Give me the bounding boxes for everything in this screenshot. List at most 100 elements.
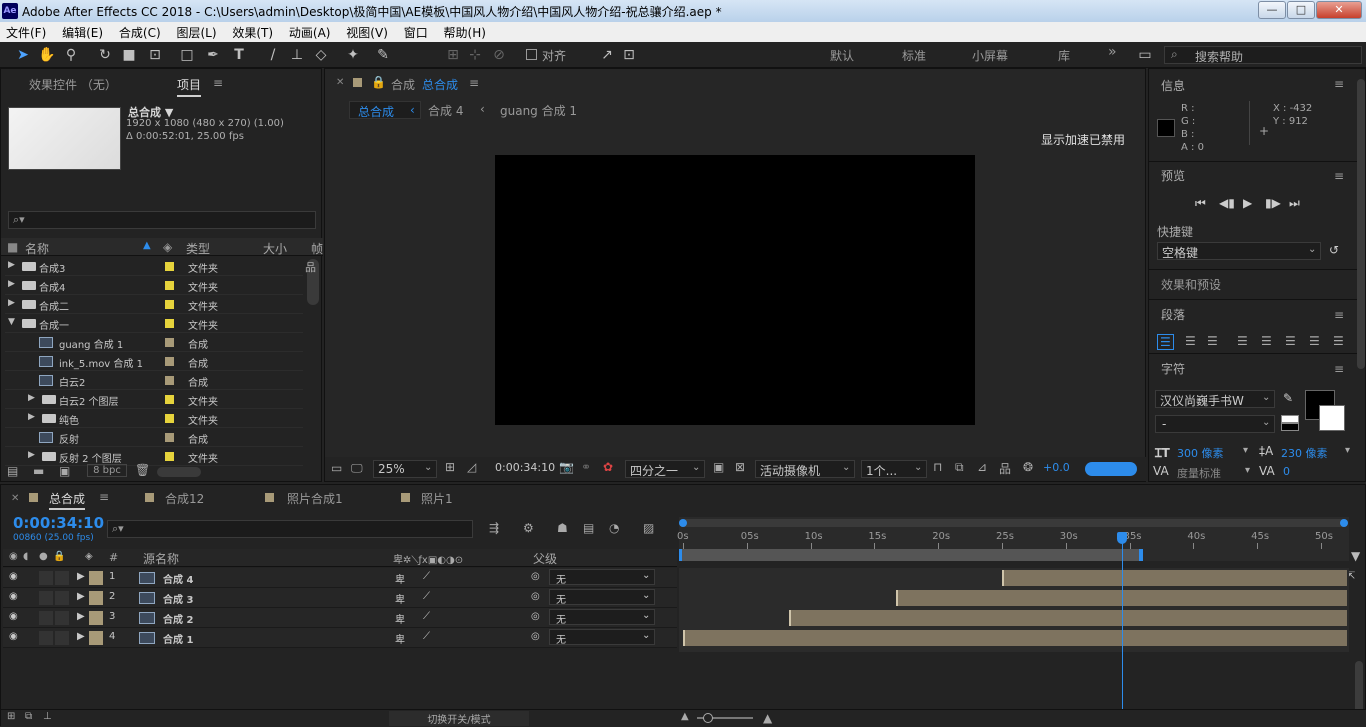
zoom-dropdown[interactable]: 25% ⌄ xyxy=(373,460,437,478)
always-preview-icon[interactable]: ▭ xyxy=(331,461,342,475)
selection-tool-icon[interactable]: ➤ xyxy=(12,45,34,65)
type-tool-icon[interactable]: T xyxy=(228,45,250,65)
thumbnail-slider[interactable] xyxy=(157,467,201,477)
snap-checkbox[interactable] xyxy=(526,49,537,60)
playhead-handle[interactable] xyxy=(1116,532,1127,544)
comp-viewer-canvas[interactable] xyxy=(495,155,975,425)
label-swatch[interactable] xyxy=(165,281,174,290)
project-panel-menu-icon[interactable]: ≡ xyxy=(213,76,223,90)
justify-all-icon[interactable]: ☰ xyxy=(1309,334,1320,348)
breadcrumb-active[interactable]: 总合成 ‹ xyxy=(349,101,421,119)
mask-visibility-icon[interactable]: ◿ xyxy=(467,460,476,474)
project-item[interactable]: 反射 合成 xyxy=(5,428,303,447)
column-name[interactable]: 名称 xyxy=(25,240,49,257)
column-frame[interactable]: 帧 xyxy=(311,240,323,257)
font-family-dropdown[interactable]: 汉仪尚巍手书W ⌄ xyxy=(1155,390,1275,408)
flowchart-icon[interactable]: 品 xyxy=(305,259,316,275)
maximize-button[interactable]: □ xyxy=(1287,1,1315,19)
info-panel-title[interactable]: 信息 xyxy=(1161,77,1185,94)
visibility-eye-icon[interactable]: ◉ xyxy=(9,591,18,602)
view-axis-icon[interactable]: ⊘ xyxy=(488,45,510,65)
shortcut-dropdown[interactable]: 空格键 ⌄ xyxy=(1157,242,1321,260)
prev-frame-icon[interactable]: ◀▮ xyxy=(1219,196,1235,210)
work-area-end-handle[interactable] xyxy=(1139,549,1144,561)
lock-switch[interactable] xyxy=(55,631,69,645)
roto-brush-tool-icon[interactable]: ✦ xyxy=(342,45,364,65)
layer-name[interactable]: 合成 1 xyxy=(163,631,193,646)
white-swatch-icon[interactable] xyxy=(1281,415,1299,423)
quality-switch-icon[interactable]: ⟋ xyxy=(423,631,430,642)
reset-exposure-icon[interactable]: ❂ xyxy=(1023,460,1033,474)
project-item[interactable]: ▶ 合成二 文件夹 xyxy=(5,295,303,314)
layer-row[interactable]: ◉ ▶ 1 合成 4 卑 ⟋ ◎ 无 ⌄ xyxy=(3,568,677,588)
resolution-dropdown[interactable]: 四分之一 ⌄ xyxy=(625,460,705,478)
in-out-icon[interactable]: ⊥ xyxy=(43,711,52,722)
tracking-value[interactable]: 0 xyxy=(1283,465,1290,478)
justify-right-icon[interactable]: ☰ xyxy=(1285,334,1296,348)
solo-switch[interactable] xyxy=(39,631,53,645)
reset-shortcut-icon[interactable]: ↺ xyxy=(1329,243,1339,257)
color-channel-icon[interactable]: ✿ xyxy=(603,460,613,474)
layer-expand-icon[interactable]: ▶ xyxy=(77,571,85,582)
timeline-menu-icon[interactable]: ≡ xyxy=(99,490,109,504)
align-center-icon[interactable]: ☰ xyxy=(1185,334,1196,348)
snapshot-icon[interactable]: 📷 xyxy=(559,460,574,474)
hand-tool-icon[interactable]: ✋ xyxy=(36,45,58,65)
layer-expand-icon[interactable]: ▶ xyxy=(77,611,85,622)
label-swatch[interactable] xyxy=(165,395,174,404)
menu-animation[interactable]: 动画(A) xyxy=(283,22,337,41)
collapsed-arrow-icon[interactable]: ▶ xyxy=(8,260,15,270)
column-parent[interactable]: 父级 xyxy=(533,550,557,567)
label-swatch[interactable] xyxy=(89,591,103,605)
project-item[interactable]: ▶ 纯色 文件夹 xyxy=(5,409,303,428)
project-item[interactable]: ink_5.mov 合成 1 合成 xyxy=(5,352,303,371)
lock-icon[interactable]: 🔒 xyxy=(53,551,65,562)
project-item[interactable]: 白云2 合成 xyxy=(5,371,303,390)
camera-tool-icon[interactable]: ■ xyxy=(118,45,140,65)
comp-tab-name[interactable]: 总合成 xyxy=(422,76,458,93)
label-swatch[interactable] xyxy=(165,357,174,366)
workspace-default[interactable]: 默认 xyxy=(830,47,854,64)
frame-blending-icon[interactable]: ▤ xyxy=(583,521,594,535)
pan-behind-tool-icon[interactable]: ⊡ xyxy=(144,45,166,65)
label-swatch[interactable] xyxy=(165,433,174,442)
interpret-footage-icon[interactable]: ▤ xyxy=(7,464,18,478)
solo-icon[interactable]: ● xyxy=(39,551,48,562)
show-snapshot-icon[interactable]: ⚭ xyxy=(581,460,591,474)
close-button[interactable]: ✕ xyxy=(1316,1,1362,19)
lock-icon[interactable]: 🔒 xyxy=(371,75,386,89)
timeline-search-input[interactable]: ⌕▾ xyxy=(107,520,473,538)
exposure-slider[interactable] xyxy=(1085,462,1137,476)
viewer-timecode[interactable]: 0:00:34:10 xyxy=(495,461,555,474)
snap-edge-icon[interactable]: ↗ xyxy=(596,45,618,65)
character-menu-icon[interactable]: ≡ xyxy=(1334,362,1344,376)
toggle-pixel-aspect-icon[interactable]: ⊓ xyxy=(933,460,942,474)
rectangle-tool-icon[interactable]: □ xyxy=(176,45,198,65)
fast-preview-icon[interactable]: ⧉ xyxy=(955,460,964,475)
menu-edit[interactable]: 编辑(E) xyxy=(56,22,109,41)
motion-blur-icon[interactable]: ◔ xyxy=(609,521,619,535)
puppet-pin-tool-icon[interactable]: ✎ xyxy=(372,45,394,65)
menu-window[interactable]: 窗口 xyxy=(398,22,434,41)
work-area-bar[interactable] xyxy=(679,549,1142,561)
clone-stamp-tool-icon[interactable]: ⊥ xyxy=(286,45,308,65)
parent-dropdown[interactable]: 无 ⌄ xyxy=(549,589,655,606)
eraser-tool-icon[interactable]: ◇ xyxy=(310,45,332,65)
paragraph-menu-icon[interactable]: ≡ xyxy=(1334,308,1344,322)
timeline-tab-comp12[interactable]: 合成12 xyxy=(165,490,204,507)
project-tab[interactable]: 项目 xyxy=(177,76,202,97)
column-source-name[interactable]: 源名称 xyxy=(143,550,179,567)
stroke-color-swatch[interactable] xyxy=(1319,405,1345,431)
visibility-eye-icon[interactable]: ◉ xyxy=(9,611,18,622)
bit-depth-button[interactable]: 8 bpc xyxy=(87,464,127,477)
new-folder-icon[interactable]: ▬ xyxy=(33,464,44,478)
world-axis-icon[interactable]: ⊹ xyxy=(464,45,486,65)
timeline-icon[interactable]: ⊿ xyxy=(977,460,987,474)
solo-switch[interactable] xyxy=(39,571,53,585)
close-tab-icon[interactable]: ✕ xyxy=(11,493,19,504)
kerning-value[interactable]: 度量标准 xyxy=(1177,465,1221,481)
project-item[interactable]: ▶ 白云2 个图层 文件夹 xyxy=(5,390,303,409)
minimize-button[interactable]: — xyxy=(1258,1,1286,19)
next-frame-icon[interactable]: ▮▶ xyxy=(1265,196,1281,210)
layer-duration-bar[interactable] xyxy=(1001,570,1347,586)
